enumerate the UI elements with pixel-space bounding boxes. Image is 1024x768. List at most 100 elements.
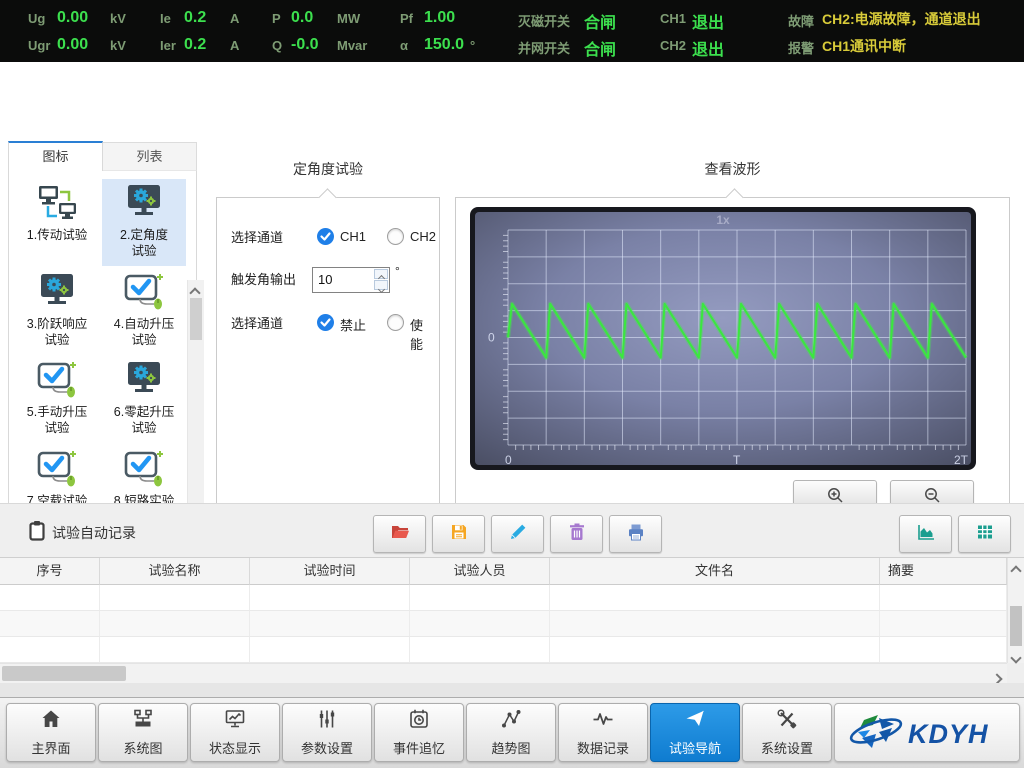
check-monitor-icon: [118, 272, 170, 314]
channel-radio-label: CH1: [340, 229, 366, 244]
sidebar-item-label: 1.传动试验: [15, 227, 99, 243]
table-cell: [250, 585, 410, 611]
status-value: -0.0: [291, 36, 319, 54]
status-label: α: [400, 38, 408, 53]
status-label: CH1: [660, 11, 686, 26]
table-cell: [0, 611, 100, 637]
svg-text:2T: 2T: [954, 453, 969, 467]
nav-button-label: 数据记录: [577, 738, 629, 757]
delete-button[interactable]: [550, 515, 603, 553]
table-view-button[interactable]: [958, 515, 1011, 553]
enable-radio-使能[interactable]: [387, 314, 404, 331]
nav-diagram-button[interactable]: 系统图: [98, 703, 188, 762]
check-icon: [317, 314, 334, 331]
status-label: Ugr: [28, 38, 50, 53]
column-header-6[interactable]: 摘要: [880, 558, 1007, 585]
tab-icons[interactable]: 图标: [8, 141, 103, 171]
save-button[interactable]: [432, 515, 485, 553]
folder-open-icon: [389, 522, 411, 547]
wave-panel-title: 查看波形: [455, 159, 1010, 179]
trigger-angle-input[interactable]: [313, 268, 374, 290]
records-table-header: 序号试验名称试验时间试验人员文件名摘要: [0, 558, 1007, 585]
scroll-down-icon[interactable]: [1012, 649, 1022, 661]
enable-radio-禁止[interactable]: [317, 314, 334, 331]
sidebar-item-label: 试验: [102, 420, 186, 436]
status-unit: °: [470, 38, 475, 53]
scrollbar-thumb[interactable]: [190, 298, 202, 340]
trigger-angle-spinner[interactable]: [312, 267, 390, 293]
table-row: [0, 637, 1007, 663]
spin-down-icon[interactable]: [374, 280, 388, 290]
column-header-3[interactable]: 试验时间: [250, 558, 410, 585]
scrollbar-thumb[interactable]: [1010, 606, 1022, 646]
sidebar-item-label: 试验: [15, 420, 99, 436]
check-monitor-icon: [31, 360, 83, 402]
sidebar-item-1[interactable]: 1.传动试验: [15, 179, 99, 266]
status-label: CH2: [660, 38, 686, 53]
home-icon: [40, 708, 62, 735]
channel-radio-CH1[interactable]: [317, 228, 334, 245]
nav-button-label: 系统图: [123, 738, 162, 757]
nav-pulse-button[interactable]: 数据记录: [558, 703, 648, 762]
column-header-2[interactable]: 试验名称: [100, 558, 250, 585]
column-header-4[interactable]: 试验人员: [410, 558, 550, 585]
scrollbar-thumb[interactable]: [2, 666, 126, 681]
table-cell: [880, 637, 1007, 663]
tab-list[interactable]: 列表: [102, 142, 197, 171]
table-cell: [410, 637, 550, 663]
monitor-icon: [224, 708, 246, 735]
status-value: 0.2: [184, 9, 206, 27]
test-panel: 选择通道 CH1CH2 触发角输出 ° 选择通道 禁止使能: [216, 197, 440, 514]
check-monitor-icon: [31, 449, 83, 491]
sidebar-item-5[interactable]: 5.手动升压试验: [15, 356, 99, 443]
channel-radio-CH2[interactable]: [387, 228, 404, 245]
sidebar-item-label: 试验: [102, 332, 186, 348]
nav-calendar-clock-button[interactable]: 事件追忆: [374, 703, 464, 762]
column-header-5[interactable]: 文件名: [550, 558, 880, 585]
column-header-1[interactable]: 序号: [0, 558, 100, 585]
table-vertical-scrollbar[interactable]: [1007, 558, 1024, 663]
network-monitors-icon: [31, 183, 83, 225]
sidebar-item-6[interactable]: 6.零起升压试验: [102, 356, 186, 443]
svg-text:KDYH: KDYH: [908, 719, 989, 749]
nav-trend-button[interactable]: 趋势图: [466, 703, 556, 762]
kdyh-logo-button[interactable]: KDYH: [834, 703, 1020, 762]
nav-button-label: 系统设置: [761, 738, 813, 757]
sidebar-item-4[interactable]: 4.自动升压试验: [102, 268, 186, 355]
main-content: 图标 列表 1.传动试验2.定角度试验3.阶跃响应试验4.自动升压试验5.手动升…: [0, 62, 1024, 503]
sidebar-item-label: 试验: [102, 243, 186, 259]
sidebar-item-2[interactable]: 2.定角度试验: [102, 179, 186, 266]
print-button[interactable]: [609, 515, 662, 553]
status-value: 0.00: [57, 9, 88, 27]
svg-text:0: 0: [488, 331, 495, 345]
table-row: [0, 611, 1007, 637]
area-chart-icon: [915, 522, 937, 547]
nav-button-label: 主界面: [31, 738, 70, 757]
oscilloscope-screenshot: 00T2T 1x: [470, 207, 976, 470]
paper-plane-icon: [684, 708, 706, 735]
nav-monitor-button[interactable]: 状态显示: [190, 703, 280, 762]
nav-sliders-button[interactable]: 参数设置: [282, 703, 372, 762]
table-horizontal-scrollbar[interactable]: [0, 663, 1007, 683]
nav-paper-plane-button[interactable]: 试验导航: [650, 703, 740, 762]
calendar-clock-icon: [408, 708, 430, 735]
scope-image: 00T2T: [470, 207, 976, 470]
status-label: Q: [272, 38, 282, 53]
sidebar-item-3[interactable]: 3.阶跃响应试验: [15, 268, 99, 355]
scroll-up-icon[interactable]: [191, 284, 201, 296]
table-cell: [550, 637, 880, 663]
open-button[interactable]: [373, 515, 426, 553]
nav-home-button[interactable]: 主界面: [6, 703, 96, 762]
status-unit: A: [230, 11, 239, 26]
chart-view-button[interactable]: [899, 515, 952, 553]
check-monitor-icon: [118, 449, 170, 491]
edit-button[interactable]: [491, 515, 544, 553]
spin-up-icon[interactable]: [374, 269, 388, 279]
clipboard-icon: [28, 520, 46, 547]
scroll-up-icon[interactable]: [1012, 562, 1022, 574]
sidebar-item-label: 3.阶跃响应: [15, 316, 99, 332]
table-cell: [550, 611, 880, 637]
sidebar-item-label: 试验: [15, 332, 99, 348]
check-monitor-icon: [31, 449, 83, 491]
nav-tools-button[interactable]: 系统设置: [742, 703, 832, 762]
